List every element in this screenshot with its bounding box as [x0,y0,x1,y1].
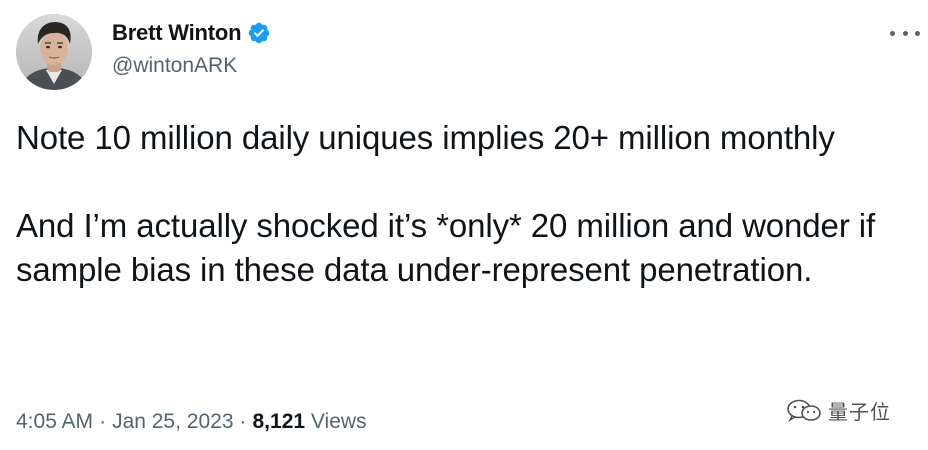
tweet-paragraph: Note 10 million daily uniques implies 20… [16,119,835,156]
verified-badge-icon [247,21,271,45]
wechat-logo-icon [787,399,821,422]
tweet: Brett Winton @wintonARK Note 10 million … [0,0,928,450]
views-count: 8,121 [252,410,306,433]
more-dot [890,30,895,36]
author-name-row: Brett Winton [112,20,271,46]
watermark-text: 量子位 [828,400,891,424]
avatar-portrait [16,14,92,90]
avatar[interactable] [16,14,92,90]
author-display-name[interactable]: Brett Winton [112,20,242,46]
tweet-date[interactable]: Jan 25, 2023 [112,410,233,433]
more-dot [902,30,908,36]
tweet-time[interactable]: 4:05 AM [16,410,93,433]
watermark: 量子位 [784,396,891,425]
meta-separator: · [239,410,247,433]
author-handle[interactable]: @wintonARK [112,54,237,78]
meta-separator: · [99,410,107,433]
tweet-paragraph: And I’m actually shocked it’s *only* 20 … [16,207,876,288]
views-label: Views [310,410,367,433]
more-icon[interactable] [890,20,920,46]
tweet-meta: 4:05 AM · Jan 25, 2023 · 8,121 Views [16,410,367,434]
tweet-text: Note 10 million daily uniques implies 20… [16,116,916,292]
more-dot [915,30,920,36]
